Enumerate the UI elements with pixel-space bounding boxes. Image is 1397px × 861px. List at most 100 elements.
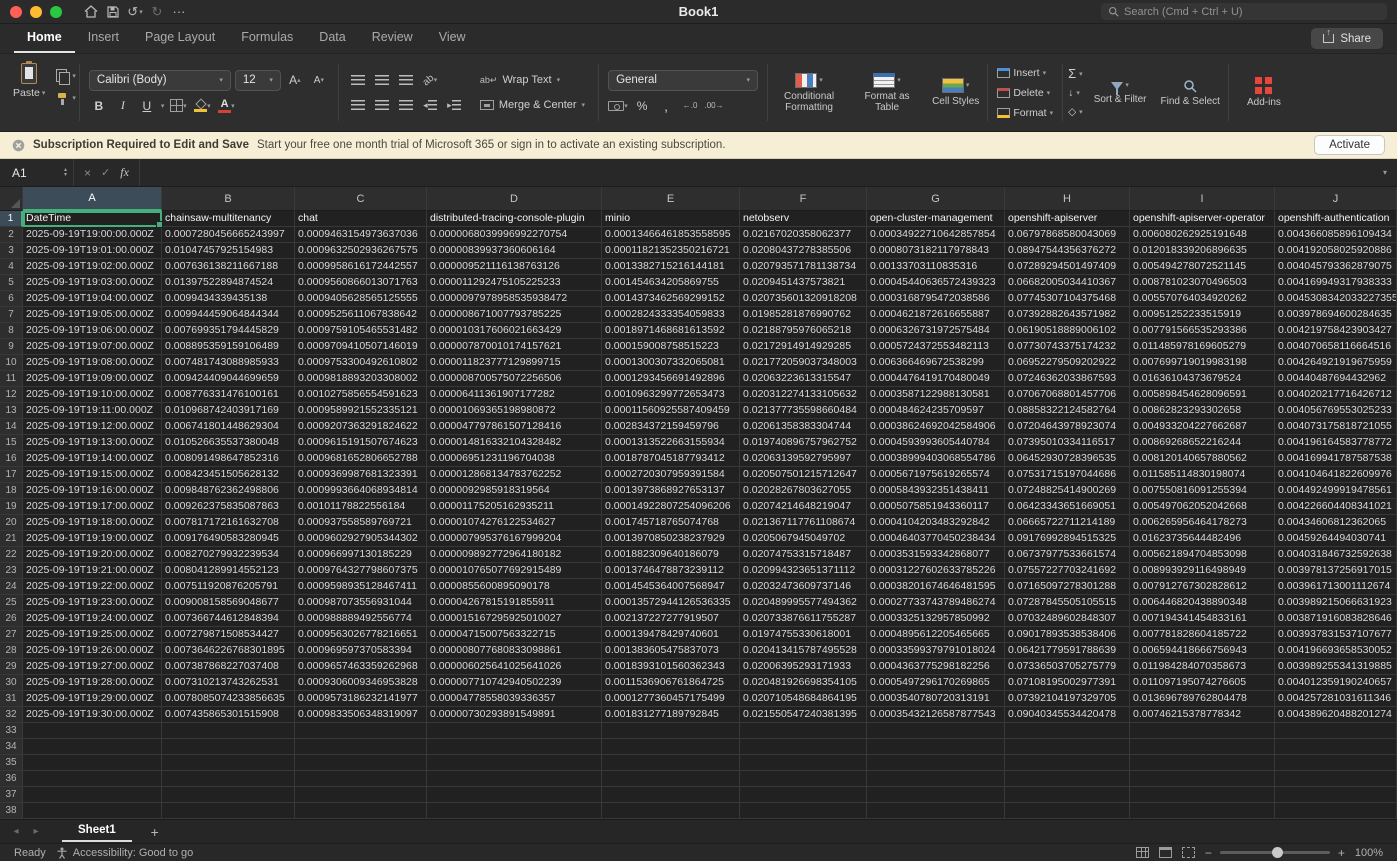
cell-F19[interactable]: 0.02074214648219047 (740, 499, 867, 515)
cell-G22[interactable]: 0.0003531593342868077 (867, 547, 1005, 563)
column-header-I[interactable]: I (1130, 187, 1275, 211)
conditional-formatting-button[interactable]: ▾ Conditional Formatting (771, 71, 847, 115)
cell-G8[interactable]: 0.0006326731972575484 (867, 323, 1005, 339)
cell-J24[interactable]: 0.003961713001112674 (1275, 579, 1397, 595)
cell-G32[interactable]: 0.00035432126587877543 (867, 707, 1005, 723)
cell-C22[interactable]: 0.000966997130185229 (295, 547, 427, 563)
cell-D17[interactable]: 0.000012868134783762252 (427, 467, 602, 483)
cell-G19[interactable]: 0.0005075851943360117 (867, 499, 1005, 515)
cell-F28[interactable]: 0.020413415787495528 (740, 643, 867, 659)
cell-F21[interactable]: 0.0205067945049702 (740, 531, 867, 547)
cell-B7[interactable]: 0.009944459064844344 (162, 307, 295, 323)
cell-H16[interactable]: 0.06452930728396535 (1005, 451, 1130, 467)
cell-F25[interactable]: 0.020489995577494362 (740, 595, 867, 611)
cell-H1[interactable]: openshift-apiserver (1005, 211, 1130, 227)
cell-C28[interactable]: 0.000969597370583394 (295, 643, 427, 659)
activate-button[interactable]: Activate (1314, 135, 1385, 155)
sheet-tab-sheet1[interactable]: Sheet1 (62, 821, 132, 842)
cell-I16[interactable]: 0.008120140657880562 (1130, 451, 1275, 467)
row-header-16[interactable]: 16 (0, 451, 23, 467)
cell-E19[interactable]: 0.00014922807254096206 (602, 499, 740, 515)
cell-A35[interactable] (23, 755, 162, 771)
align-right-button[interactable] (396, 95, 416, 115)
cell-I22[interactable]: 0.005621894704853098 (1130, 547, 1275, 563)
cell-C14[interactable]: 0.0009207363291824622 (295, 419, 427, 435)
cell-A24[interactable]: 2025-09-19T19:22:00.000Z (23, 579, 162, 595)
cell-B8[interactable]: 0.007699351794445829 (162, 323, 295, 339)
column-header-G[interactable]: G (867, 187, 1005, 211)
row-header-21[interactable]: 21 (0, 531, 23, 547)
cell-J3[interactable]: 0.004192058025920886 (1275, 243, 1397, 259)
cell-J18[interactable]: 0.004492499919478561 (1275, 483, 1397, 499)
cell-G15[interactable]: 0.0004593993605440784 (867, 435, 1005, 451)
cell-E36[interactable] (602, 771, 740, 787)
row-header-25[interactable]: 25 (0, 595, 23, 611)
cell-B25[interactable]: 0.009008158569048677 (162, 595, 295, 611)
cell-E20[interactable]: 0.001745718765074768 (602, 515, 740, 531)
cell-B19[interactable]: 0.009262375835087863 (162, 499, 295, 515)
cell-G20[interactable]: 0.0004104203483292842 (867, 515, 1005, 531)
row-header-2[interactable]: 2 (0, 227, 23, 243)
row-header-7[interactable]: 7 (0, 307, 23, 323)
cell-D7[interactable]: 0.000008671007793785225 (427, 307, 602, 323)
cell-D34[interactable] (427, 739, 602, 755)
row-header-13[interactable]: 13 (0, 403, 23, 419)
cell-B23[interactable]: 0.008041289914552123 (162, 563, 295, 579)
cell-D20[interactable]: 0.00001074276122534627 (427, 515, 602, 531)
cell-I26[interactable]: 0.007194341454833161 (1130, 611, 1275, 627)
cell-H23[interactable]: 0.07557227703241692 (1005, 563, 1130, 579)
cell-G38[interactable] (867, 803, 1005, 819)
cell-D25[interactable]: 0.00004267815191855911 (427, 595, 602, 611)
cell-H13[interactable]: 0.08858322124582764 (1005, 403, 1130, 419)
cell-C25[interactable]: 0.000987073556931044 (295, 595, 427, 611)
cell-E13[interactable]: 0.00011560925587409459 (602, 403, 740, 419)
cell-F37[interactable] (740, 787, 867, 803)
cell-H22[interactable]: 0.06737977533661574 (1005, 547, 1130, 563)
cell-G31[interactable]: 0.0003540780720313191 (867, 691, 1005, 707)
cell-I18[interactable]: 0.007550816091255394 (1130, 483, 1275, 499)
cell-G35[interactable] (867, 755, 1005, 771)
cell-C36[interactable] (295, 771, 427, 787)
row-header-10[interactable]: 10 (0, 355, 23, 371)
decrease-indent-button[interactable]: ◂ (420, 95, 440, 115)
row-header-4[interactable]: 4 (0, 259, 23, 275)
cell-J34[interactable] (1275, 739, 1397, 755)
zoom-level[interactable]: 100% (1355, 847, 1383, 859)
cell-A23[interactable]: 2025-09-19T19:21:00.000Z (23, 563, 162, 579)
cancel-entry-button[interactable]: × (84, 166, 91, 180)
search-field[interactable]: Search (Cmd + Ctrl + U) (1101, 3, 1387, 20)
row-header-3[interactable]: 3 (0, 243, 23, 259)
zoom-slider-thumb[interactable] (1271, 847, 1283, 858)
cell-D14[interactable]: 0.000047797861507128416 (427, 419, 602, 435)
cell-J28[interactable]: 0.004196693658530052 (1275, 643, 1397, 659)
cell-G33[interactable] (867, 723, 1005, 739)
select-all-corner[interactable] (0, 187, 23, 211)
cell-C19[interactable]: 0.00101178822556184 (295, 499, 427, 515)
cell-F29[interactable]: 0.02006395293171933 (740, 659, 867, 675)
cell-G14[interactable]: 0.00038624692042584906 (867, 419, 1005, 435)
cell-A26[interactable]: 2025-09-19T19:24:00.000Z (23, 611, 162, 627)
cell-A16[interactable]: 2025-09-19T19:14:00.000Z (23, 451, 162, 467)
paste-button[interactable]: Paste ▾ (6, 61, 52, 101)
cell-A3[interactable]: 2025-09-19T19:01:00.000Z (23, 243, 162, 259)
cell-A31[interactable]: 2025-09-19T19:29:00.000Z (23, 691, 162, 707)
cell-F1[interactable]: netobserv (740, 211, 867, 227)
cell-J32[interactable]: 0.004389620488201274 (1275, 707, 1397, 723)
format-painter-button[interactable]: ▾ (56, 89, 76, 107)
cell-F14[interactable]: 0.02061358383304744 (740, 419, 867, 435)
cell-H30[interactable]: 0.07108195002977391 (1005, 675, 1130, 691)
cell-F9[interactable]: 0.02172914914929285 (740, 339, 867, 355)
cell-H6[interactable]: 0.07745307104375468 (1005, 291, 1130, 307)
cell-C12[interactable]: 0.0010275856554591623 (295, 387, 427, 403)
cell-J11[interactable]: 0.00440487694432962 (1275, 371, 1397, 387)
confirm-entry-button[interactable]: ✓ (101, 166, 110, 179)
column-header-H[interactable]: H (1005, 187, 1130, 211)
cell-H3[interactable]: 0.08947544356376272 (1005, 243, 1130, 259)
cell-G21[interactable]: 0.00046403770450238434 (867, 531, 1005, 547)
cell-D13[interactable]: 0.00001069365198980872 (427, 403, 602, 419)
cell-E29[interactable]: 0.0018393101560362343 (602, 659, 740, 675)
cell-C34[interactable] (295, 739, 427, 755)
more-toolbar-button[interactable]: ··· (168, 2, 190, 22)
row-header-9[interactable]: 9 (0, 339, 23, 355)
cell-D33[interactable] (427, 723, 602, 739)
